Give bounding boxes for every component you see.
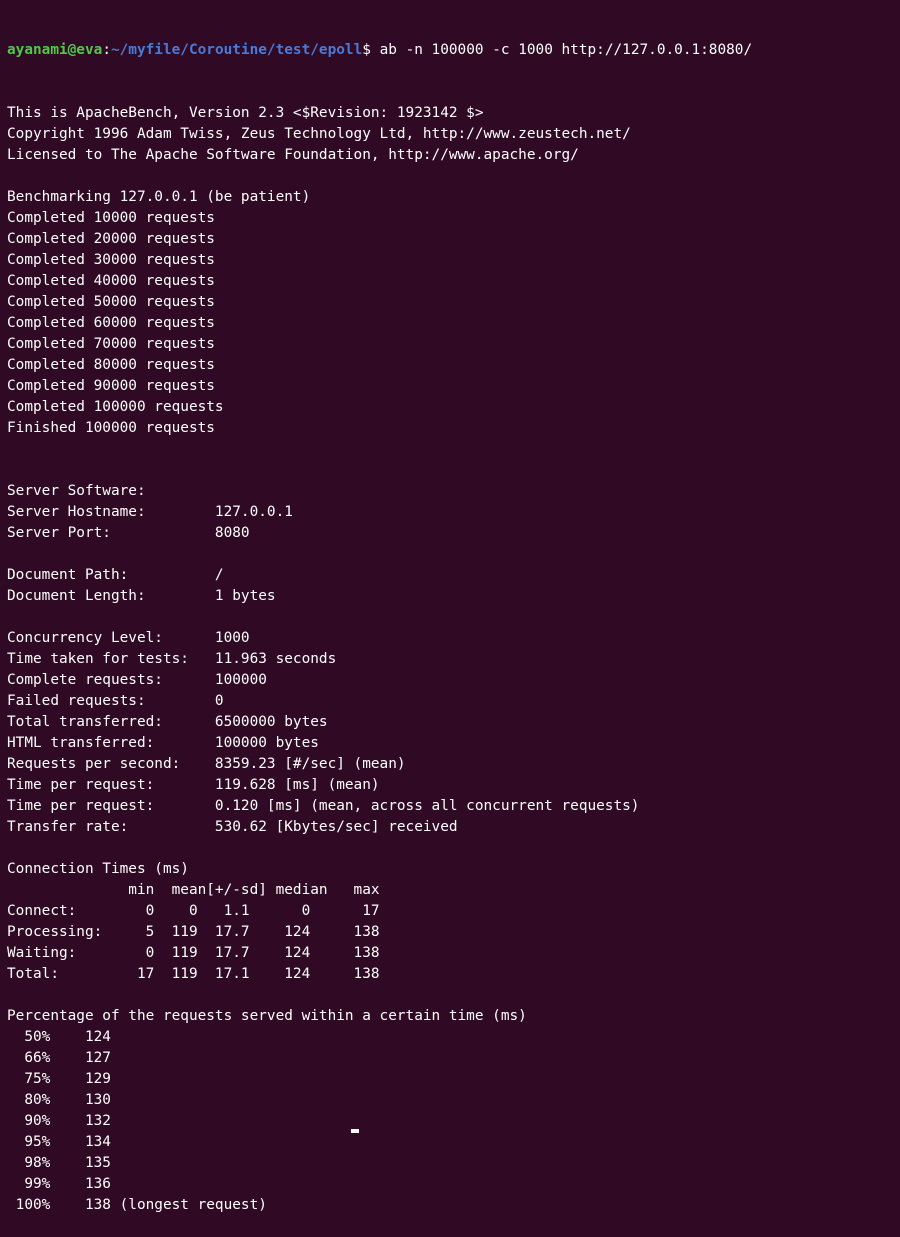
- output-line: 90% 132: [7, 1113, 111, 1129]
- output-line: Completed 30000 requests: [7, 252, 215, 268]
- output-line: Document Path: /: [7, 567, 224, 583]
- output-line: Requests per second: 8359.23 [#/sec] (me…: [7, 756, 406, 772]
- output-line: Total: 17 119 17.1 124 138: [7, 966, 380, 982]
- output-line: Connect: 0 0 1.1 0 17: [7, 903, 380, 919]
- output-line: 80% 130: [7, 1092, 111, 1108]
- output-line: 95% 134: [7, 1134, 111, 1150]
- output-line: Failed requests: 0: [7, 693, 224, 709]
- output-line: Document Length: 1 bytes: [7, 588, 276, 604]
- output-line: Concurrency Level: 1000: [7, 630, 250, 646]
- output-line: Waiting: 0 119 17.7 124 138: [7, 945, 380, 961]
- output-line: Time per request: 119.628 [ms] (mean): [7, 777, 380, 793]
- output-line: 100% 138 (longest request): [7, 1197, 267, 1213]
- command-text: ab -n 100000 -c 1000 http://127.0.0.1:80…: [379, 42, 753, 58]
- output-line: Finished 100000 requests: [7, 420, 215, 436]
- output-line: min mean[+/-sd] median max: [7, 882, 380, 898]
- prompt-user-host: ayanami@eva: [7, 42, 103, 58]
- prompt-line: ayanami@eva:~/myfile/Coroutine/test/epol…: [7, 40, 897, 61]
- output-line: HTML transferred: 100000 bytes: [7, 735, 319, 751]
- output-line: 75% 129: [7, 1071, 111, 1087]
- output-line: Completed 40000 requests: [7, 273, 215, 289]
- output-line: Complete requests: 100000: [7, 672, 267, 688]
- output-line: Benchmarking 127.0.0.1 (be patient): [7, 189, 311, 205]
- output-line: Processing: 5 119 17.7 124 138: [7, 924, 380, 940]
- terminal-window[interactable]: ayanami@eva:~/myfile/Coroutine/test/epol…: [7, 0, 897, 1237]
- terminal-output: This is ApacheBench, Version 2.3 <$Revis…: [7, 103, 897, 1216]
- output-line: Completed 70000 requests: [7, 336, 215, 352]
- output-line: Completed 100000 requests: [7, 399, 224, 415]
- output-line: Licensed to The Apache Software Foundati…: [7, 147, 579, 163]
- output-line: Server Software:: [7, 483, 146, 499]
- output-line: Completed 50000 requests: [7, 294, 215, 310]
- output-line: Server Hostname: 127.0.0.1: [7, 504, 293, 520]
- output-line: Time per request: 0.120 [ms] (mean, acro…: [7, 798, 640, 814]
- output-line: Time taken for tests: 11.963 seconds: [7, 651, 337, 667]
- output-line: Completed 80000 requests: [7, 357, 215, 373]
- output-line: Connection Times (ms): [7, 861, 189, 877]
- output-line: Completed 20000 requests: [7, 231, 215, 247]
- output-line: 50% 124: [7, 1029, 111, 1045]
- prompt-separator: :: [102, 42, 111, 58]
- output-line: Completed 90000 requests: [7, 378, 215, 394]
- output-line: This is ApacheBench, Version 2.3 <$Revis…: [7, 105, 484, 121]
- text-cursor: [351, 1129, 359, 1133]
- output-line: Completed 60000 requests: [7, 315, 215, 331]
- prompt-path: ~/myfile/Coroutine/test/epoll: [110, 42, 363, 58]
- output-line: Copyright 1996 Adam Twiss, Zeus Technolo…: [7, 126, 631, 142]
- output-line: 66% 127: [7, 1050, 111, 1066]
- output-line: Total transferred: 6500000 bytes: [7, 714, 328, 730]
- output-line: 98% 135: [7, 1155, 111, 1171]
- output-line: Percentage of the requests served within…: [7, 1008, 527, 1024]
- output-line: Server Port: 8080: [7, 525, 250, 541]
- output-line: 99% 136: [7, 1176, 111, 1192]
- output-line: Transfer rate: 530.62 [Kbytes/sec] recei…: [7, 819, 458, 835]
- output-line: Completed 10000 requests: [7, 210, 215, 226]
- prompt-symbol: $: [362, 42, 380, 58]
